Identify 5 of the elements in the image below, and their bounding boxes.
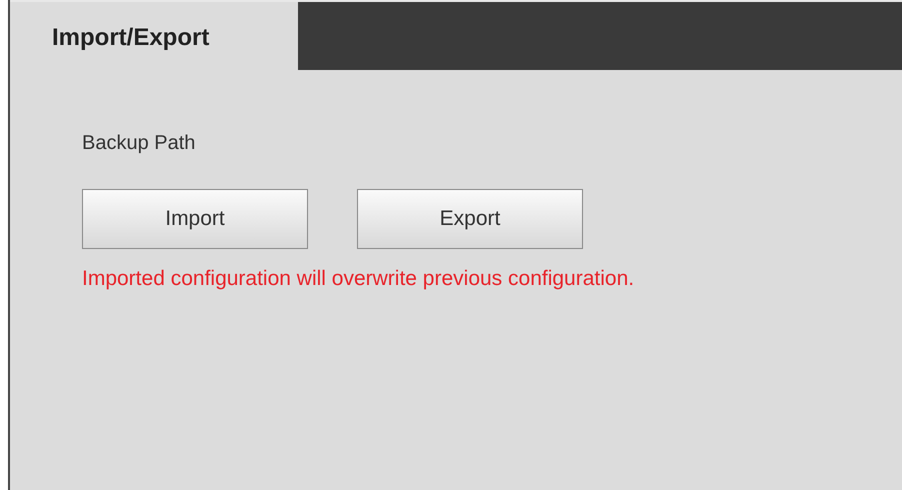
backup-path-label: Backup Path [82,132,196,155]
export-button[interactable]: Export [357,189,583,249]
warning-text: Imported configuration will overwrite previous configuration. [82,267,636,291]
tab[interactable]: Import/Export [10,2,298,70]
import-button[interactable]: Import [82,189,308,249]
